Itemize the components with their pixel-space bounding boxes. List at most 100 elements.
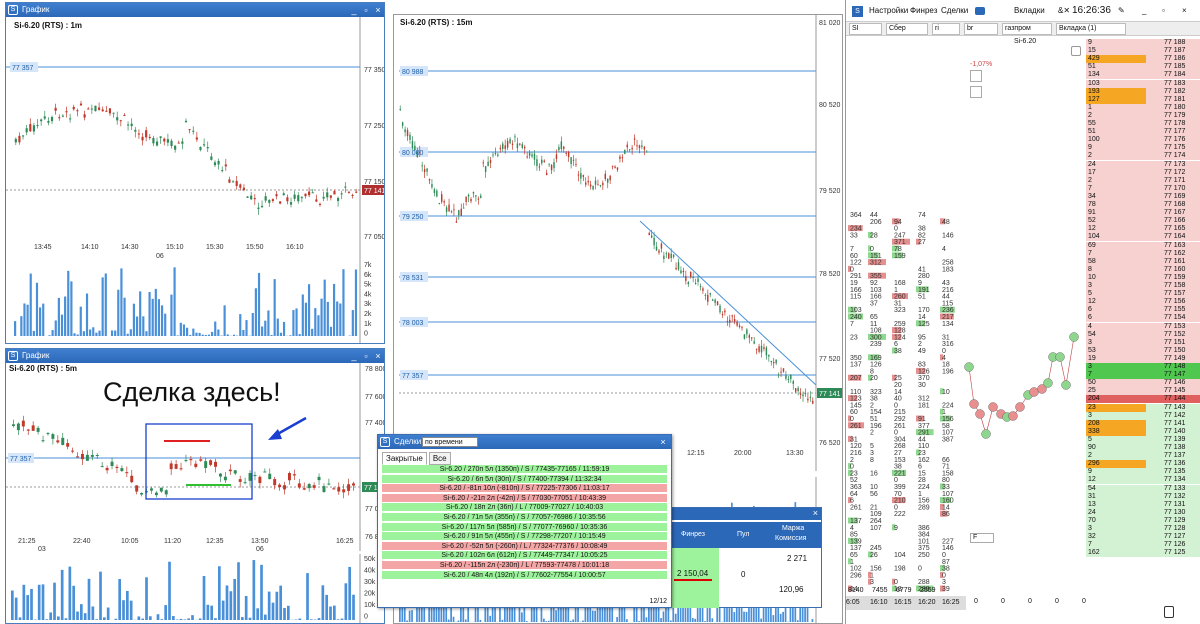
order-book-row[interactable]: 3 77 128	[1086, 525, 1200, 534]
deal-row[interactable]: Si-6.20 / -81п 10л (-810п) / S / 77225-7…	[382, 484, 667, 494]
order-book-row[interactable]: 338 77 140	[1086, 427, 1200, 436]
order-book-row[interactable]: 12 77 134	[1086, 476, 1200, 485]
order-book-row[interactable]: 3 77 148	[1086, 363, 1200, 372]
chart-window-5m[interactable]: S График _ ▫ × Si-6.20 (RTS) : 5m 77 357…	[5, 348, 385, 624]
deal-row[interactable]: Si-6.20 / -52п 5л (-260п) / L / 77324-77…	[382, 541, 667, 551]
order-book-row[interactable]: 2 77 171	[1086, 176, 1200, 185]
order-book-row[interactable]: 34 77 169	[1086, 192, 1200, 201]
deal-row[interactable]: Si-6.20 / 6п 5л (30п) / S / 77400-77394 …	[382, 474, 667, 484]
tab-vkladka[interactable]: Вкладка (1)	[1056, 23, 1126, 35]
order-book-row[interactable]: 2 77 179	[1086, 111, 1200, 120]
order-book-row[interactable]: 429 77 186	[1086, 55, 1200, 64]
finrez-panel[interactable]: × Финрез Пул Маржа Комиссия 2 150,04 0 2…	[668, 507, 822, 608]
order-book-row[interactable]: 7 77 162	[1086, 249, 1200, 258]
order-book-row[interactable]: 3 77 158	[1086, 282, 1200, 291]
order-book-row[interactable]: 3 77 151	[1086, 338, 1200, 347]
order-book-row[interactable]: 51 77 185	[1086, 63, 1200, 72]
order-book-row[interactable]: 91 77 167	[1086, 209, 1200, 218]
order-book-row[interactable]: 2 77 137	[1086, 452, 1200, 461]
order-book-row[interactable]: 5 77 139	[1086, 435, 1200, 444]
order-book-row[interactable]: 1 77 180	[1086, 103, 1200, 112]
order-book-row[interactable]: 5 77 157	[1086, 290, 1200, 299]
order-book-row[interactable]: 54 77 152	[1086, 330, 1200, 339]
sync-icon[interactable]: &✕	[1058, 0, 1070, 22]
order-book-row[interactable]: 6 77 154	[1086, 314, 1200, 323]
chart-window-1m[interactable]: S График _ ▫ × Si-6.20 (RTS) : 1m 77 357…	[5, 2, 385, 344]
order-book-row[interactable]: 15 77 187	[1086, 47, 1200, 56]
order-book-row[interactable]: 13 77 131	[1086, 500, 1200, 509]
order-book-row[interactable]: 104 77 164	[1086, 233, 1200, 242]
tab-gazprom[interactable]: газпром	[1002, 23, 1052, 35]
order-book-row[interactable]: 90 77 138	[1086, 444, 1200, 453]
sort-select[interactable]: по времени	[422, 437, 478, 447]
menu-finrez[interactable]: Финрез	[910, 0, 937, 22]
tab-all[interactable]: Все	[428, 452, 451, 465]
tab-si[interactable]: SI	[849, 23, 882, 35]
order-book-row[interactable]: 127 77 181	[1086, 95, 1200, 104]
deal-row[interactable]: Si-6.20 / 117п 5л (585п) / S / 77077-769…	[382, 522, 667, 532]
pin-icon[interactable]: ✎	[1118, 0, 1125, 22]
maximize-icon[interactable]: ▫	[360, 349, 372, 363]
order-book-row[interactable]: 54 77 133	[1086, 484, 1200, 493]
order-book-row[interactable]: 2 77 174	[1086, 152, 1200, 161]
deal-row[interactable]: Si-6.20 / 18п 2л (36п) / L / 77009-77027…	[382, 503, 667, 513]
tab-ri[interactable]: ri	[932, 23, 960, 35]
tab-sber[interactable]: Сбер	[886, 23, 928, 35]
maximize-icon[interactable]: ▫	[360, 3, 372, 17]
order-book-row[interactable]: 204 77 144	[1086, 395, 1200, 404]
maximize-icon[interactable]: ▫	[1162, 0, 1165, 22]
order-book-row[interactable]: 78 77 168	[1086, 201, 1200, 210]
order-book-row[interactable]: 296 77 136	[1086, 460, 1200, 469]
order-book-row[interactable]: 53 77 150	[1086, 346, 1200, 355]
order-book-row[interactable]: 10 77 159	[1086, 273, 1200, 282]
order-book-row[interactable]: 7 77 126	[1086, 541, 1200, 550]
order-book-row[interactable]: 17 77 172	[1086, 168, 1200, 177]
order-book[interactable]: 9 77 188 15 77 187 429 77 186 51 77 185 134 77 18…	[846, 37, 1200, 602]
menu-deals[interactable]: Сделки	[941, 0, 968, 22]
deal-row[interactable]: Si-6.20 / 48п 4л (192п) / S / 77602-7755…	[382, 570, 667, 580]
tab-closed[interactable]: Закрытые	[382, 452, 427, 465]
close-icon[interactable]: ×	[372, 349, 384, 363]
order-book-row[interactable]: 103 77 183	[1086, 79, 1200, 88]
order-book-row[interactable]: 7 77 170	[1086, 184, 1200, 193]
order-book-row[interactable]: 7 77 147	[1086, 371, 1200, 380]
window-titlebar[interactable]: S График _ ▫ ×	[6, 349, 384, 363]
order-book-row[interactable]: 24 77 130	[1086, 508, 1200, 517]
deal-row[interactable]: Si-6.20 / 71п 5л (355п) / S / 77057-7698…	[382, 513, 667, 522]
price-chart-1m[interactable]: 77 357 77 350 77 250 77 150 77 050 77 141 13:4…	[6, 17, 384, 261]
close-icon[interactable]: ×	[1182, 0, 1187, 22]
order-book-row[interactable]: 6 77 155	[1086, 306, 1200, 315]
deal-row[interactable]: Si-6.20 / 270п 5л (1350п) / S / 77435-77…	[382, 465, 667, 474]
order-book-row[interactable]: 24 77 173	[1086, 160, 1200, 169]
order-book-row[interactable]: 208 77 141	[1086, 419, 1200, 428]
close-icon[interactable]: ×	[372, 3, 384, 17]
tab-br[interactable]: br	[964, 23, 998, 35]
menu-settings[interactable]: Настройки	[869, 0, 908, 22]
deal-row[interactable]: Si-6.20 / -115п 2л (-230п) / L / 77593-7…	[382, 561, 667, 570]
minimize-icon[interactable]: _	[1142, 0, 1146, 22]
order-book-row[interactable]: 31 77 132	[1086, 492, 1200, 501]
order-book-row[interactable]: 3 77 142	[1086, 411, 1200, 420]
dialog-titlebar[interactable]: S Сделки по времени ×	[378, 435, 671, 449]
deal-row[interactable]: Si-6.20 / -21п 2л (-42п) / S / 77030-770…	[382, 493, 667, 503]
order-book-row[interactable]: 8 77 160	[1086, 265, 1200, 274]
minimize-icon[interactable]: _	[348, 3, 360, 17]
deals-dialog[interactable]: S Сделки по времени × Закрытые Все Si-6.2…	[377, 434, 672, 608]
order-book-row[interactable]: 69 77 163	[1086, 241, 1200, 250]
order-book-row[interactable]: 9 77 135	[1086, 468, 1200, 477]
menu-tabs[interactable]: Вкладки	[1014, 0, 1045, 22]
price-chart-15m[interactable]: 80 988 80 000 79 250 78 531 78 003 77 357 81 0…	[394, 15, 843, 471]
order-book-row[interactable]: 55 77 178	[1086, 120, 1200, 129]
order-book-row[interactable]: 70 77 129	[1086, 516, 1200, 525]
order-book-row[interactable]: 9 77 175	[1086, 144, 1200, 153]
order-book-row[interactable]: 100 77 176	[1086, 136, 1200, 145]
order-book-row[interactable]: 162 77 125	[1086, 549, 1200, 558]
minimize-icon[interactable]: _	[348, 349, 360, 363]
window-titlebar[interactable]: S График _ ▫ ×	[6, 3, 384, 17]
order-book-row[interactable]: 19 77 149	[1086, 354, 1200, 363]
order-book-row[interactable]: 134 77 184	[1086, 71, 1200, 80]
order-book-row[interactable]: 193 77 182	[1086, 87, 1200, 96]
order-book-row[interactable]: 51 77 177	[1086, 128, 1200, 137]
order-book-row[interactable]: 12 77 156	[1086, 298, 1200, 307]
order-book-row[interactable]: 9 77 188	[1086, 39, 1200, 48]
